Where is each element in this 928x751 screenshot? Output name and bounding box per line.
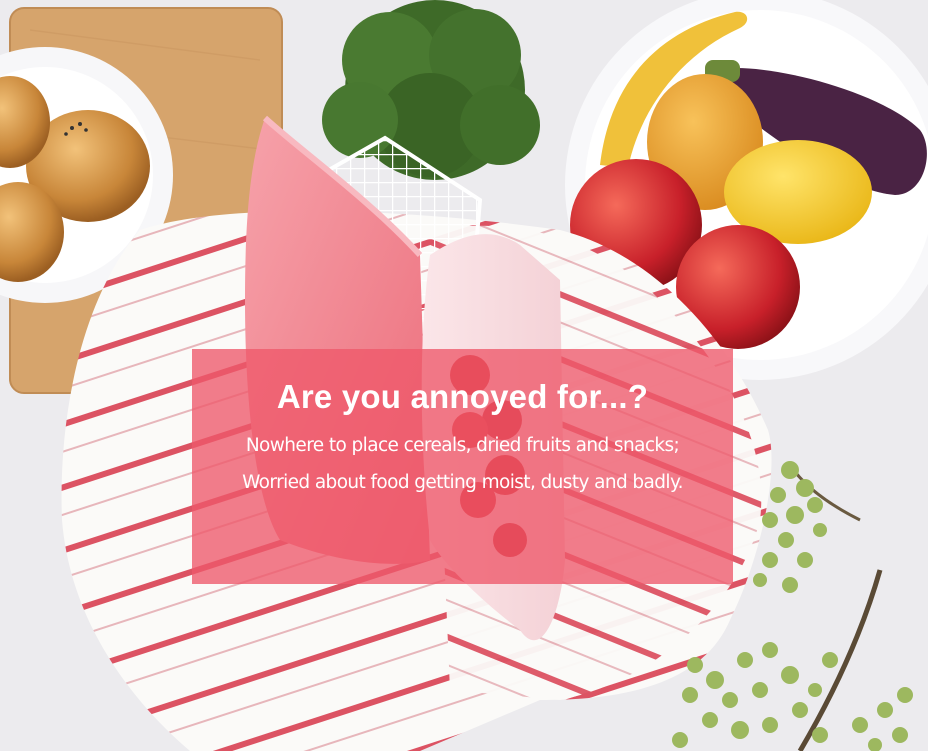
product-photo: Are you annoyed for...? Nowhere to place…	[0, 0, 928, 751]
body-text: Nowhere to place cereals, dried fruits a…	[242, 435, 683, 493]
headline-banner: Are you annoyed for...? Nowhere to place…	[192, 349, 733, 584]
headline: Are you annoyed for...?	[276, 378, 649, 415]
